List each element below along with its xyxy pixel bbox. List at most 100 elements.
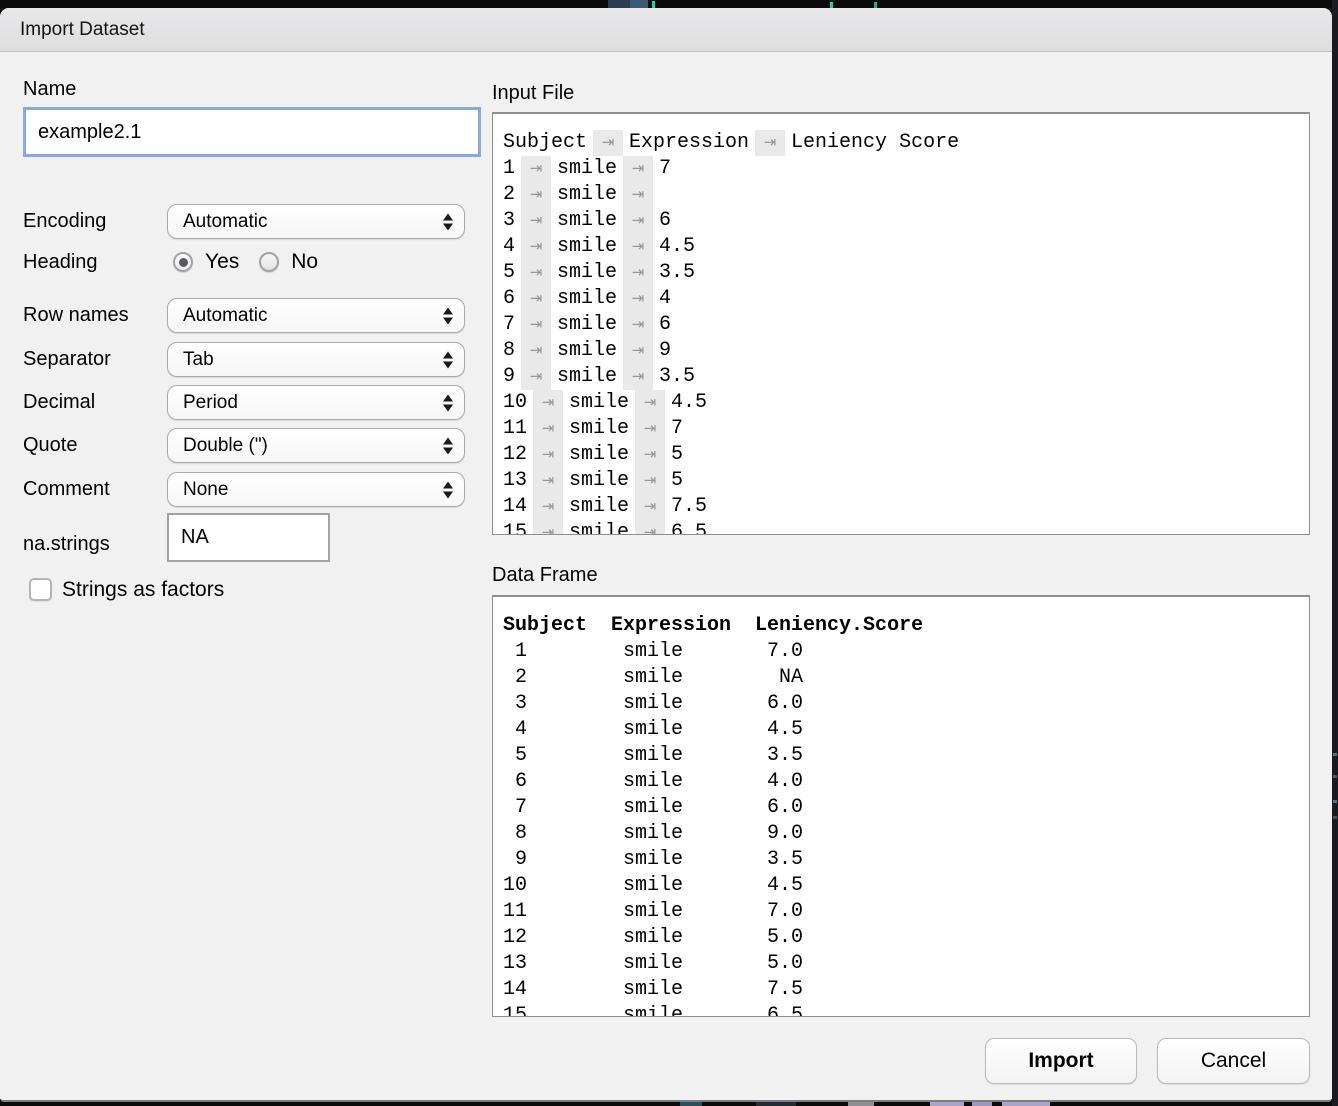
select-arrows-icon	[443, 437, 453, 454]
tab-marker-icon: ⇥	[521, 338, 551, 364]
data-frame-row: 13 smile 5.0	[503, 951, 1309, 977]
tab-marker-icon: ⇥	[623, 364, 653, 390]
tab-marker-icon: ⇥	[521, 208, 551, 234]
dialog-titlebar: Import Dataset	[0, 8, 1332, 52]
select-arrows-icon	[443, 394, 453, 411]
data-frame-row: 2 smile NA	[503, 665, 1309, 691]
quote-select[interactable]: Double (")	[167, 428, 465, 463]
tab-marker-icon: ⇥	[533, 468, 563, 494]
input-file-line: 7⇥smile⇥6	[503, 312, 1309, 338]
tab-marker-icon: ⇥	[521, 312, 551, 338]
radio-no-icon	[259, 252, 279, 272]
input-file-line: 9⇥smile⇥3.5	[503, 364, 1309, 390]
heading-radio-yes[interactable]: Yes	[173, 250, 259, 274]
input-file-line: 6⇥smile⇥4	[503, 286, 1309, 312]
radio-yes-icon	[173, 252, 193, 272]
separator-select[interactable]: Tab	[167, 342, 465, 377]
data-frame-row: 1 smile 7.0	[503, 639, 1309, 665]
tab-marker-icon: ⇥	[533, 416, 563, 442]
name-label: Name	[23, 78, 76, 101]
data-frame-row: 8 smile 9.0	[503, 821, 1309, 847]
data-frame-row: 11 smile 7.0	[503, 899, 1309, 925]
quote-select-value: Double (")	[183, 435, 268, 457]
input-file-line: 12⇥smile⇥5	[503, 442, 1309, 468]
decimal-select[interactable]: Period	[167, 385, 465, 420]
heading-no-label: No	[291, 250, 318, 274]
input-file-line: 14⇥smile⇥7.5	[503, 494, 1309, 520]
tab-marker-icon: ⇥	[521, 286, 551, 312]
row-names-select[interactable]: Automatic	[167, 298, 465, 333]
background-app-mark	[1333, 816, 1337, 819]
input-file-preview[interactable]: Subject⇥Expression⇥Leniency Score1⇥smile…	[492, 112, 1310, 535]
separator-select-value: Tab	[183, 349, 214, 371]
tab-marker-icon: ⇥	[635, 416, 665, 442]
input-file-line: 13⇥smile⇥5	[503, 468, 1309, 494]
tab-marker-icon: ⇥	[521, 182, 551, 208]
row-names-label: Row names	[23, 298, 129, 333]
input-file-line: 8⇥smile⇥9	[503, 338, 1309, 364]
input-file-line: 4⇥smile⇥4.5	[503, 234, 1309, 260]
tab-marker-icon: ⇥	[623, 208, 653, 234]
tab-marker-icon: ⇥	[521, 234, 551, 260]
dialog-title: Import Dataset	[20, 19, 145, 41]
na-strings-input[interactable]	[167, 513, 330, 562]
input-file-line: 11⇥smile⇥7	[503, 416, 1309, 442]
quote-label: Quote	[23, 428, 77, 463]
tab-marker-icon: ⇥	[635, 390, 665, 416]
data-frame-label: Data Frame	[492, 564, 598, 587]
import-button[interactable]: Import	[985, 1038, 1137, 1084]
data-frame-row: 3 smile 6.0	[503, 691, 1309, 717]
data-frame-row: 14 smile 7.5	[503, 977, 1309, 1003]
comment-select[interactable]: None	[167, 472, 465, 507]
tab-marker-icon: ⇥	[623, 312, 653, 338]
tab-marker-icon: ⇥	[623, 182, 653, 208]
data-frame-row: 12 smile 5.0	[503, 925, 1309, 951]
input-file-line: 10⇥smile⇥4.5	[503, 390, 1309, 416]
decimal-label: Decimal	[23, 385, 95, 420]
tab-marker-icon: ⇥	[755, 130, 785, 156]
screen: Import Dataset Name Encoding Automatic H…	[0, 0, 1338, 1106]
select-arrows-icon	[443, 213, 453, 230]
data-frame-row: 9 smile 3.5	[503, 847, 1309, 873]
background-app-strip-top	[608, 0, 630, 8]
select-arrows-icon	[443, 351, 453, 368]
encoding-select-value: Automatic	[183, 211, 267, 233]
import-dataset-dialog: Import Dataset Name Encoding Automatic H…	[0, 8, 1332, 1102]
cancel-button[interactable]: Cancel	[1157, 1038, 1310, 1084]
tab-marker-icon: ⇥	[623, 234, 653, 260]
background-app-strip-top	[630, 0, 648, 8]
data-frame-row: 4 smile 4.5	[503, 717, 1309, 743]
tab-marker-icon: ⇥	[533, 442, 563, 468]
heading-yes-label: Yes	[205, 250, 239, 274]
comment-label: Comment	[23, 472, 110, 507]
row-names-select-value: Automatic	[183, 305, 267, 327]
comment-select-value: None	[183, 479, 228, 501]
tab-marker-icon: ⇥	[635, 494, 665, 520]
tab-marker-icon: ⇥	[533, 494, 563, 520]
encoding-select[interactable]: Automatic	[167, 204, 465, 239]
tab-marker-icon: ⇥	[533, 390, 563, 416]
background-app-mark	[1333, 753, 1337, 756]
strings-as-factors-checkbox[interactable]	[29, 578, 52, 601]
tab-marker-icon: ⇥	[635, 520, 665, 535]
data-frame-header: Subject Expression Leniency.Score	[503, 613, 1309, 639]
tab-marker-icon: ⇥	[635, 468, 665, 494]
background-app-mark	[1333, 775, 1337, 778]
heading-radio-no[interactable]: No	[259, 250, 338, 274]
input-file-line: 3⇥smile⇥6	[503, 208, 1309, 234]
tab-marker-icon: ⇥	[521, 364, 551, 390]
data-frame-preview[interactable]: Subject Expression Leniency.Score 1 smil…	[492, 595, 1310, 1017]
input-file-line: 15⇥smile⇥6.5	[503, 520, 1309, 535]
na-strings-label: na.strings	[23, 520, 110, 569]
data-frame-row: 15 smile 6.5	[503, 1003, 1309, 1017]
strings-as-factors-label: Strings as factors	[62, 578, 224, 601]
background-app-strip-right	[1332, 0, 1338, 1106]
tab-marker-icon: ⇥	[521, 156, 551, 182]
data-frame-row: 6 smile 4.0	[503, 769, 1309, 795]
input-file-line: 2⇥smile⇥	[503, 182, 1309, 208]
name-input[interactable]	[23, 107, 481, 157]
tab-marker-icon: ⇥	[623, 286, 653, 312]
background-app-tick	[652, 1, 655, 8]
background-app-mark	[1333, 800, 1337, 803]
tab-marker-icon: ⇥	[623, 260, 653, 286]
